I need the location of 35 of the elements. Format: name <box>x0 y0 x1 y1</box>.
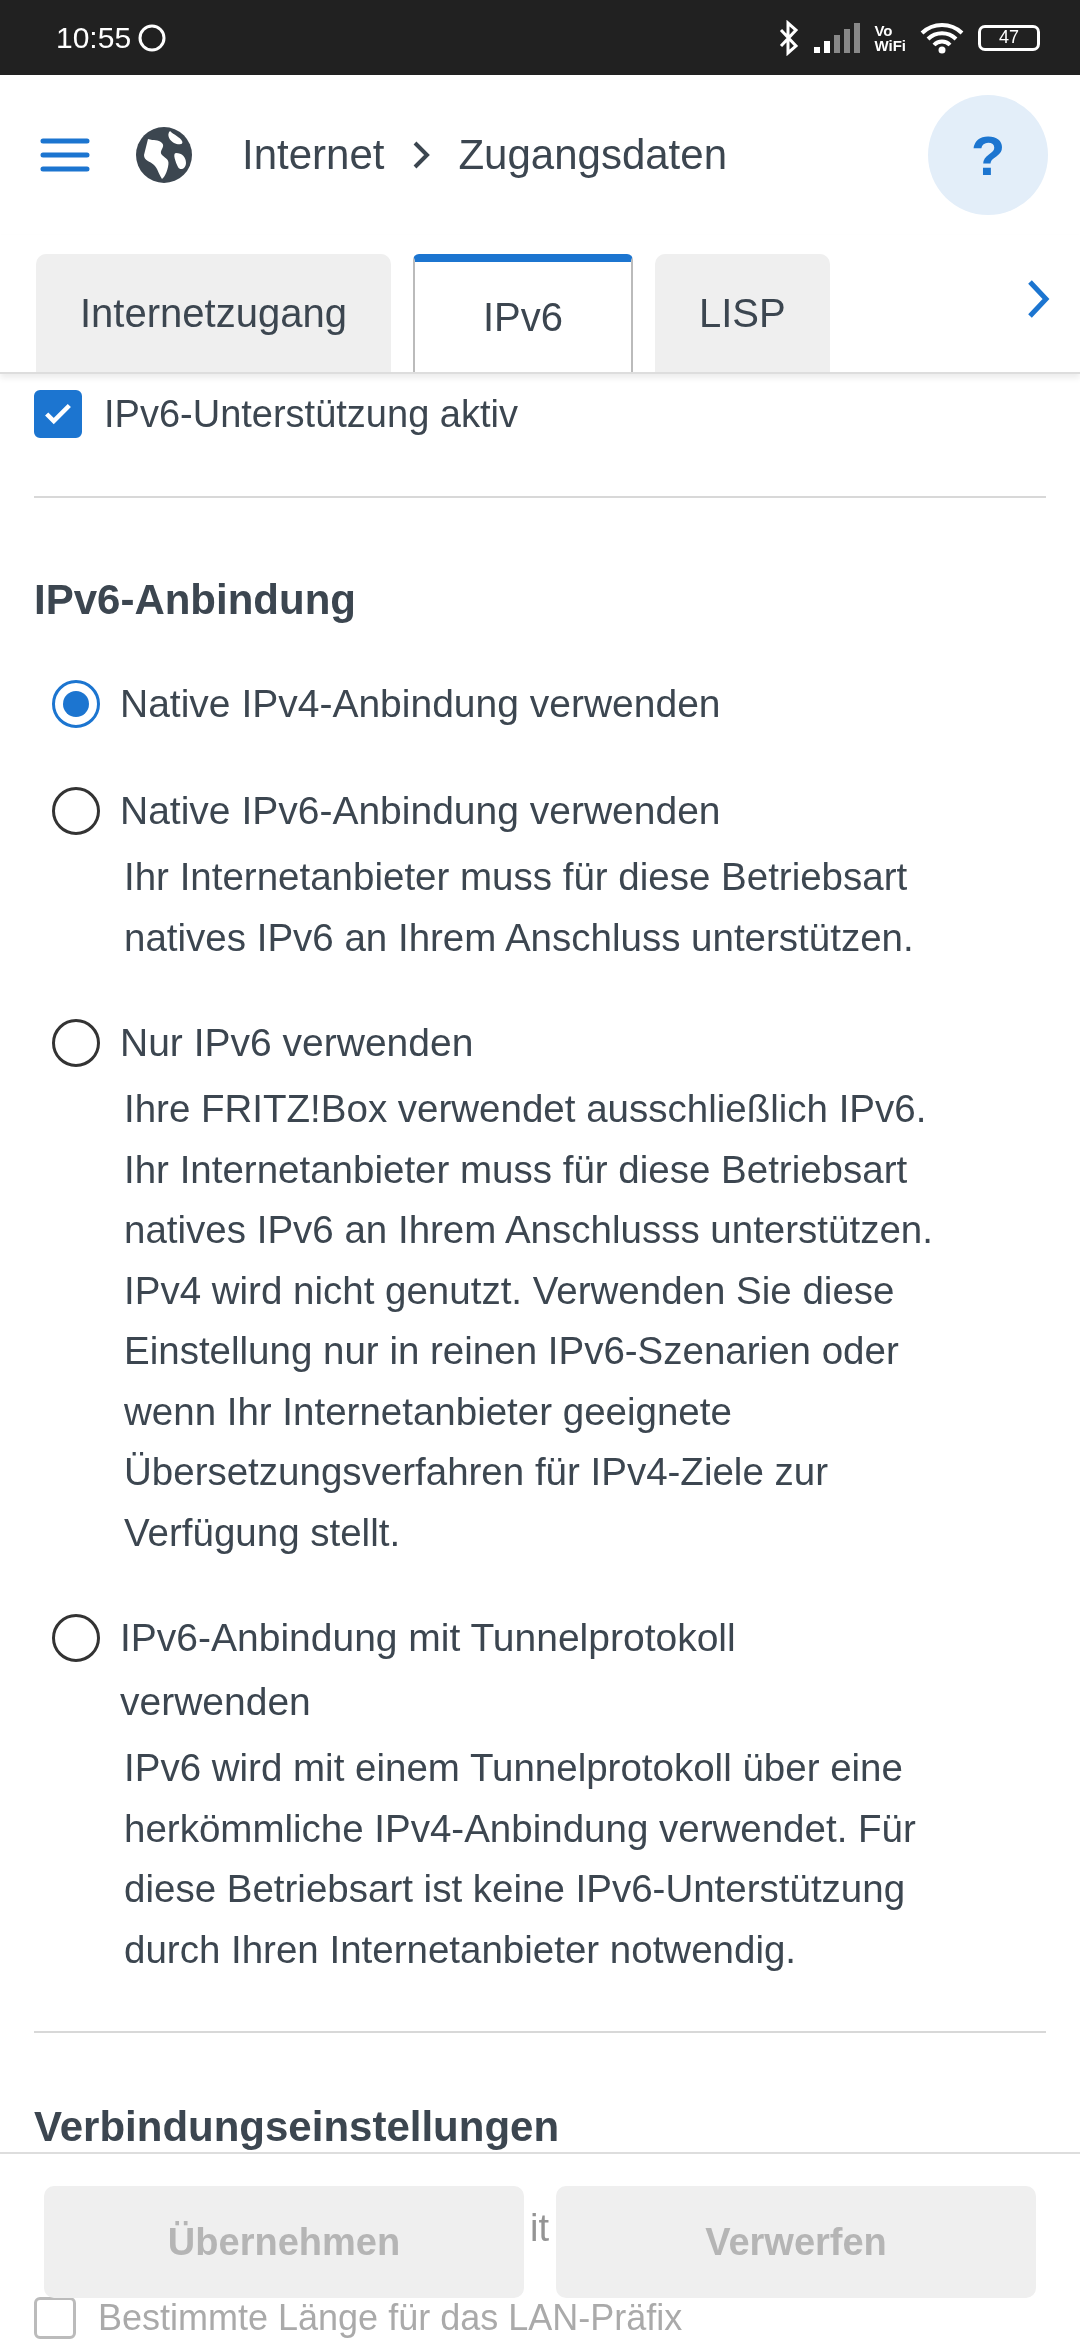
option-description: Ihr Internetanbieter muss für diese Betriebsart natives IPv6 an Ihrem Anschluss unterstützen. <box>123 854 915 961</box>
radio-label: Nur IPv6 verwenden <box>120 1020 475 1066</box>
vowifi-label: WiFi <box>874 37 906 53</box>
battery-indicator: 47 <box>978 24 1040 51</box>
radio-label: Native IPv4-Anbindung verwenden <box>120 681 721 727</box>
breadcrumb-item: Zugangsdaten <box>458 131 727 179</box>
globe-icon <box>134 125 194 185</box>
vowifi-label: Vo <box>874 22 894 38</box>
help-button[interactable]: ? <box>928 95 1048 215</box>
partial-text: it <box>530 2207 549 2250</box>
chevron-right-icon[interactable] <box>1026 278 1050 320</box>
section-heading: Verbindungseinstellungen <box>34 2103 561 2151</box>
clock-time: 10:55 <box>56 20 132 55</box>
option-description: IPv6 wird mit einem Tunnelprotokoll über eine herkömmliche IPv4-Anbindung verwendet. Für diese Betriebsart ist keine IPv6-Unterstützung durch Ihren Internetanbieter notwendig. <box>123 1745 917 1973</box>
radio-label: Native IPv6-Anbindung verwenden <box>120 788 722 834</box>
radio-button[interactable] <box>52 680 100 728</box>
checkbox-label: IPv6-Unterstützung aktiv <box>104 392 518 436</box>
radio-button[interactable] <box>52 787 100 835</box>
wifi-icon <box>920 21 964 54</box>
checkbox-label: Bestimmte Länge für das LAN-Präfix <box>98 2297 683 2339</box>
radio-button[interactable] <box>52 1019 100 1067</box>
checkbox[interactable] <box>34 390 82 438</box>
section-heading: IPv6-Anbindung <box>34 576 357 624</box>
tab[interactable]: IPv6 <box>412 254 633 372</box>
signal-icon <box>814 22 861 53</box>
radio-button[interactable] <box>52 1614 100 1662</box>
option-description: Ihre FRITZ!Box verwendet ausschließlich IPv6. Ihr Internetanbieter muss für diese Betriebsart natives IPv6 an Ihrem Anschlusss unterstützen. IPv4 wird nicht genutzt. Verwenden Sie diese Einstellung nur in reinen IPv6-Szenarien oder wenn Ihr Internetanbieter geeignete Übersetzungsverfahren für IPv4-Ziele zur Verfügung stellt. <box>123 1086 934 1556</box>
chevron-right-icon <box>412 140 431 170</box>
bluetooth-icon <box>778 19 801 56</box>
radio-label: IPv6-Anbindung mit Tunnelprotokoll verwenden <box>120 1615 737 1725</box>
menu-icon[interactable] <box>40 137 90 173</box>
tab[interactable]: LISP <box>654 254 830 372</box>
circle-icon <box>137 22 168 53</box>
breadcrumb-item[interactable]: Internet <box>242 131 385 179</box>
tab[interactable]: Internetzugang <box>36 254 391 372</box>
